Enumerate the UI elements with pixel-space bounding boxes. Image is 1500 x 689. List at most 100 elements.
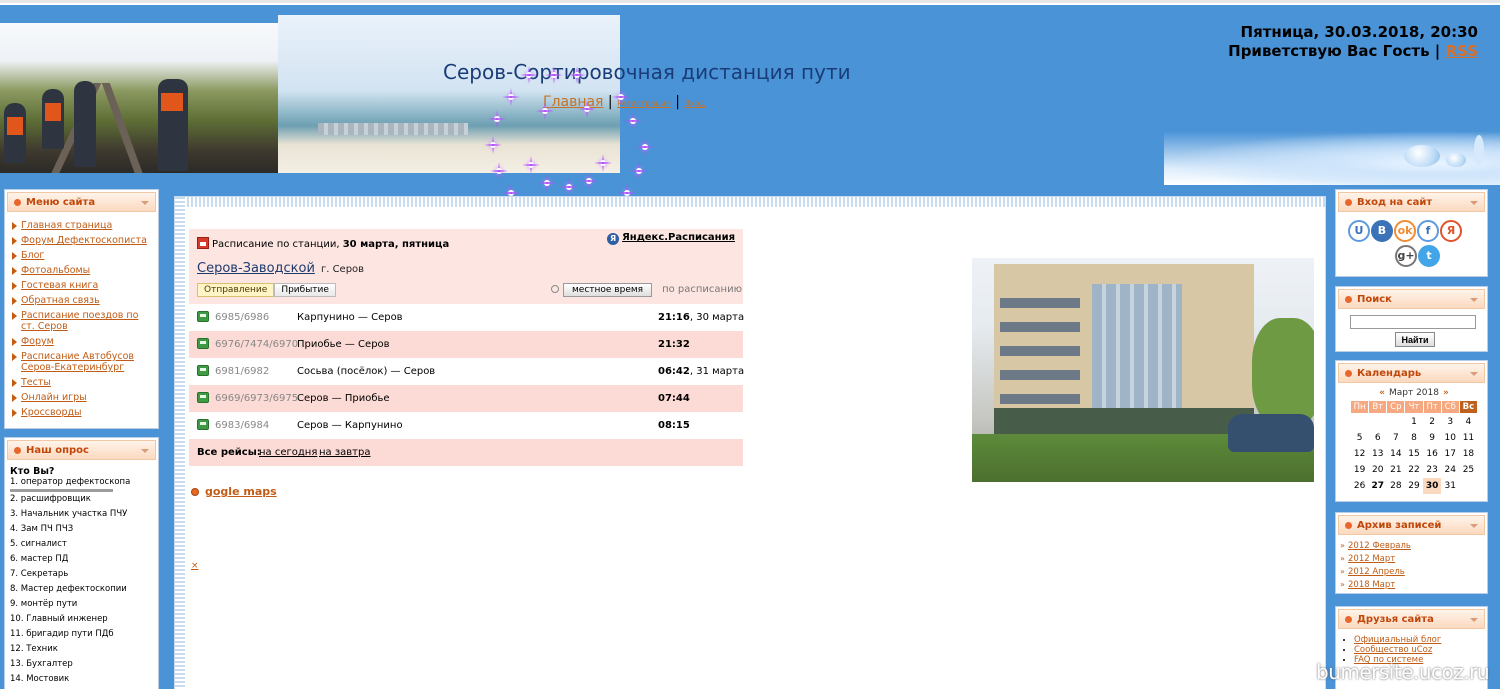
poll-option[interactable]: 8. Мастер дефектоскопии <box>10 582 158 597</box>
google-plus-icon[interactable]: g+ <box>1395 245 1417 267</box>
menu-link-crosswords[interactable]: Кроссворды <box>21 407 82 418</box>
menu-link-bus-schedule[interactable]: Расписание Автобусов Серов-Екатеринбург <box>21 351 134 373</box>
menu-link-guestbook[interactable]: Гостевая книга <box>21 280 98 291</box>
block-header[interactable]: Меню сайта <box>7 192 156 212</box>
schedule-row[interactable]: 6969/6973/6975 Серов — Приобье 07:44 <box>189 385 743 412</box>
menu-link-tests[interactable]: Тесты <box>21 377 51 388</box>
calendar-day[interactable]: 22 <box>1405 462 1423 478</box>
twitter-icon[interactable]: t <box>1418 245 1440 267</box>
poll-option[interactable]: 6. мастер ПД <box>10 552 158 567</box>
collapse-arrow-icon[interactable] <box>141 449 149 453</box>
calendar-day[interactable]: 15 <box>1405 446 1423 462</box>
collapse-arrow-icon[interactable] <box>1470 524 1478 528</box>
schedule-row[interactable]: 6981/6982 Сосьва (посёлок) — Серов 06:42… <box>189 358 744 385</box>
schedule-row[interactable]: 6985/6986 Карпунино — Серов 21:16, 30 ма… <box>189 304 744 331</box>
calendar-next[interactable]: » <box>1443 388 1449 398</box>
station-link[interactable]: Серов-Заводской <box>197 261 315 276</box>
calendar-day[interactable]: 3 <box>1441 414 1459 430</box>
vk-icon[interactable]: В <box>1371 220 1393 242</box>
collapse-arrow-icon[interactable] <box>141 201 149 205</box>
calendar-day[interactable]: 10 <box>1441 430 1459 446</box>
collapse-arrow-icon[interactable] <box>1470 298 1478 302</box>
local-time-button[interactable]: местное время <box>563 283 653 297</box>
nav-login-link[interactable]: Вход <box>684 99 705 108</box>
calendar-day[interactable]: 2 <box>1423 414 1441 430</box>
schedule-row[interactable]: 6976/7474/6970 Приобье — Серов 21:32 <box>189 331 743 358</box>
menu-link-blog[interactable]: Блог <box>21 250 44 261</box>
calendar-day[interactable]: 6 <box>1369 430 1387 446</box>
menu-link-games[interactable]: Онлайн игры <box>21 392 87 403</box>
menu-link-home[interactable]: Главная страница <box>21 220 112 231</box>
calendar-day[interactable]: 5 <box>1351 430 1369 446</box>
calendar-day[interactable]: 31 <box>1441 478 1459 494</box>
poll-option[interactable]: 1. оператор дефектоскопа <box>10 477 130 492</box>
calendar-day[interactable]: 19 <box>1351 462 1369 478</box>
block-header[interactable]: Вход на сайт <box>1338 192 1485 212</box>
calendar-day[interactable]: 8 <box>1405 430 1423 446</box>
menu-link-defect-forum[interactable]: Форум Дефектоскописта <box>21 235 147 246</box>
tomorrow-link[interactable]: на завтра <box>319 447 370 458</box>
poll-option[interactable]: 5. сигналист <box>10 537 158 552</box>
menu-link-train-schedule[interactable]: Расписание поездов по ст. Серов <box>21 310 138 332</box>
archive-link[interactable]: 2012 Апрель <box>1348 567 1405 577</box>
by-schedule-label[interactable]: по расписанию <box>662 284 742 295</box>
calendar-day[interactable]: 18 <box>1459 446 1477 462</box>
block-header[interactable]: Архив записей <box>1338 515 1485 535</box>
poll-option[interactable]: 10. Главный инженер <box>10 612 158 627</box>
calendar-day[interactable]: 9 <box>1423 430 1441 446</box>
search-button[interactable]: Найти <box>1395 332 1435 347</box>
menu-link-photos[interactable]: Фотоальбомы <box>21 265 90 276</box>
calendar-day[interactable]: 1 <box>1405 414 1423 430</box>
calendar-day[interactable]: 30 <box>1423 477 1442 494</box>
calendar-day[interactable]: 27 <box>1369 478 1387 494</box>
collapse-arrow-icon[interactable] <box>1470 201 1478 205</box>
calendar-day[interactable]: 25 <box>1459 462 1477 478</box>
block-header[interactable]: Друзья сайта <box>1338 609 1485 629</box>
calendar-day[interactable]: 13 <box>1369 446 1387 462</box>
archive-link[interactable]: 2018 Март <box>1348 580 1395 590</box>
calendar-day[interactable]: 4 <box>1459 414 1477 430</box>
calendar-day[interactable]: 11 <box>1459 430 1477 446</box>
yandex-schedule-link[interactable]: Я Яндекс.Расписания <box>607 232 735 245</box>
yandex-icon[interactable]: Я <box>1440 220 1462 242</box>
calendar-prev[interactable]: « <box>1379 388 1385 398</box>
menu-link-feedback[interactable]: Обратная связь <box>21 295 100 306</box>
schedule-row[interactable]: 6983/6984 Серов — Карпунино 08:15 <box>189 412 743 439</box>
poll-option[interactable]: 7. Секретарь <box>10 567 158 582</box>
collapse-arrow-icon[interactable] <box>1470 618 1478 622</box>
today-link[interactable]: на сегодня <box>259 447 317 458</box>
tab-arrival[interactable]: Прибытие <box>274 283 336 297</box>
facebook-icon[interactable]: f <box>1417 220 1439 242</box>
poll-option[interactable]: 12. Техник <box>10 642 158 657</box>
block-header[interactable]: Календарь <box>1338 363 1485 383</box>
ucoz-icon[interactable]: U <box>1348 220 1370 242</box>
calendar-day[interactable]: 29 <box>1405 478 1423 494</box>
archive-link[interactable]: 2012 Март <box>1348 554 1395 564</box>
calendar-day[interactable]: 28 <box>1387 478 1405 494</box>
archive-link[interactable]: 2012 Февраль <box>1348 541 1411 551</box>
calendar-day[interactable]: 12 <box>1351 446 1369 462</box>
calendar-day[interactable]: 23 <box>1423 462 1441 478</box>
search-input[interactable] <box>1350 315 1476 329</box>
block-header[interactable]: Поиск <box>1338 289 1485 309</box>
poll-option[interactable]: 4. Зам ПЧ ПЧЗ <box>10 522 158 537</box>
calendar-day[interactable]: 21 <box>1387 462 1405 478</box>
odnoklassniki-icon[interactable]: ok <box>1394 220 1416 242</box>
google-maps-link[interactable]: gogle maps <box>205 485 277 498</box>
calendar-day[interactable]: 26 <box>1351 478 1369 494</box>
rss-link[interactable]: RSS <box>1446 42 1478 60</box>
poll-option[interactable]: 9. монтёр пути <box>10 597 158 612</box>
calendar-day[interactable]: 20 <box>1369 462 1387 478</box>
block-header[interactable]: Наш опрос <box>7 440 156 460</box>
tab-departure[interactable]: Отправление <box>197 283 275 297</box>
poll-option[interactable]: 2. расшифровщик <box>10 492 158 507</box>
calendar-day[interactable]: 14 <box>1387 446 1405 462</box>
poll-option[interactable]: 11. бригадир пути ПДб <box>10 627 158 642</box>
close-x-link[interactable]: × <box>191 561 199 571</box>
calendar-day[interactable]: 17 <box>1441 446 1459 462</box>
friend-link[interactable]: Сообщество uCoz <box>1354 645 1432 655</box>
calendar-day[interactable]: 16 <box>1423 446 1441 462</box>
calendar-day[interactable]: 24 <box>1441 462 1459 478</box>
calendar-day[interactable]: 7 <box>1387 430 1405 446</box>
menu-link-forum[interactable]: Форум <box>21 336 54 347</box>
